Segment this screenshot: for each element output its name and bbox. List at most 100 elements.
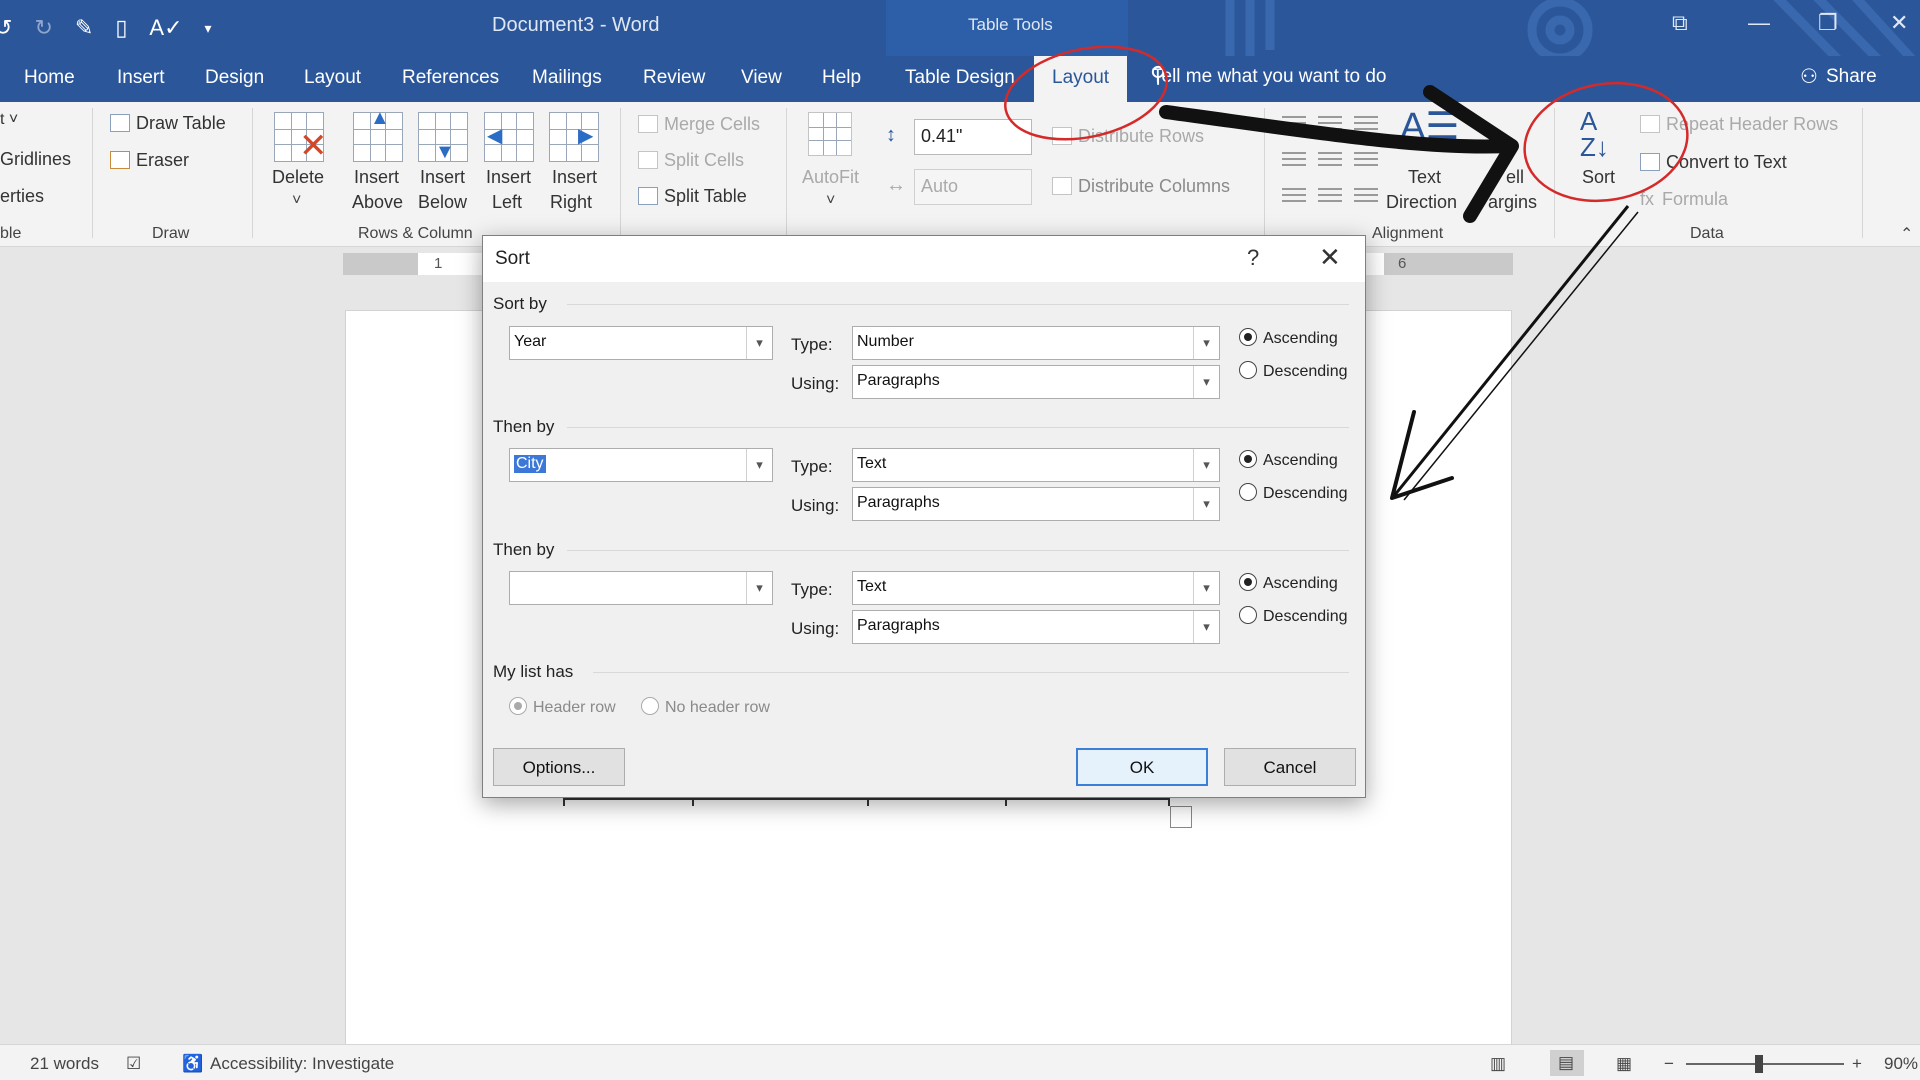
align-center-icon[interactable] bbox=[1318, 150, 1342, 170]
convert-to-text-button[interactable]: Convert to Text bbox=[1640, 152, 1787, 173]
word-count[interactable]: 21 words bbox=[30, 1054, 99, 1074]
table-resize-handle[interactable] bbox=[1170, 806, 1192, 828]
chevron-down-icon[interactable]: ▾ bbox=[746, 327, 772, 359]
chevron-down-icon[interactable]: ▾ bbox=[746, 572, 772, 604]
then-by-2-field-select[interactable]: ▾ bbox=[509, 571, 773, 605]
chevron-down-icon[interactable]: ▾ bbox=[746, 449, 772, 481]
text-direction-line2[interactable]: Direction bbox=[1386, 192, 1457, 213]
tab-mailings[interactable]: Mailings bbox=[532, 67, 602, 89]
align-middle-right-icon[interactable] bbox=[1354, 150, 1378, 170]
align-top-left-icon[interactable] bbox=[1282, 114, 1306, 134]
chevron-down-icon[interactable]: ▾ bbox=[1193, 327, 1219, 359]
customize-qat-icon[interactable]: ▾ bbox=[205, 20, 212, 37]
sort-button[interactable]: Sort bbox=[1582, 167, 1615, 188]
sort-by-type-select[interactable]: Number ▾ bbox=[852, 326, 1220, 360]
delete-button[interactable]: Delete bbox=[272, 167, 324, 188]
tab-review[interactable]: Review bbox=[643, 67, 705, 89]
insert-below-line1[interactable]: Insert bbox=[420, 167, 465, 188]
sort-by-field-select[interactable]: Year ▾ bbox=[509, 326, 773, 360]
eraser-button[interactable]: Eraser bbox=[110, 150, 189, 171]
tab-home[interactable]: Home bbox=[24, 67, 75, 89]
tab-references[interactable]: References bbox=[402, 67, 499, 89]
ok-button[interactable]: OK bbox=[1076, 748, 1208, 786]
chevron-down-icon[interactable]: ▾ bbox=[1193, 366, 1219, 398]
insert-left-icon[interactable]: ◀ bbox=[484, 112, 534, 162]
undo-icon[interactable]: ↺ bbox=[0, 15, 12, 41]
cancel-button[interactable]: Cancel bbox=[1224, 748, 1356, 786]
insert-right-line1[interactable]: Insert bbox=[552, 167, 597, 188]
then-by-2-type-select[interactable]: Text ▾ bbox=[852, 571, 1220, 605]
then-by-ascending-radio[interactable]: Ascending bbox=[1239, 450, 1338, 470]
cell-margins-line1[interactable]: ell bbox=[1506, 167, 1524, 188]
zoom-in-icon[interactable]: + bbox=[1852, 1054, 1862, 1074]
sort-by-using-select[interactable]: Paragraphs ▾ bbox=[852, 365, 1220, 399]
zoom-slider-thumb[interactable] bbox=[1755, 1055, 1763, 1073]
tab-table-layout[interactable]: Layout bbox=[1034, 56, 1128, 102]
ribbon-display-icon[interactable]: ⧉ bbox=[1672, 10, 1688, 36]
tab-help[interactable]: Help bbox=[822, 67, 861, 89]
restore-icon[interactable]: ❐ bbox=[1818, 10, 1838, 36]
then-by-type-select[interactable]: Text ▾ bbox=[852, 448, 1220, 482]
draw-table-button[interactable]: Draw Table bbox=[110, 113, 226, 134]
tab-table-design[interactable]: Table Design bbox=[905, 67, 1015, 89]
edit-icon[interactable]: ✎ bbox=[75, 15, 93, 41]
align-bottom-center-icon[interactable] bbox=[1318, 186, 1342, 206]
sort-by-descending-radio[interactable]: Descending bbox=[1239, 361, 1348, 381]
properties-button[interactable]: erties bbox=[0, 186, 44, 207]
chevron-down-icon[interactable]: ▾ bbox=[1193, 611, 1219, 643]
tell-me-box[interactable]: Tell me what you want to do bbox=[1152, 66, 1386, 88]
delete-table-icon[interactable]: ✕ bbox=[274, 112, 328, 163]
proofing-icon[interactable]: ☑ bbox=[126, 1054, 141, 1074]
then-by-descending-radio[interactable]: Descending bbox=[1239, 483, 1348, 503]
row-height-input[interactable]: 0.41" bbox=[914, 119, 1032, 155]
minimize-icon[interactable]: — bbox=[1748, 10, 1770, 36]
zoom-slider-track[interactable] bbox=[1686, 1063, 1844, 1065]
redo-icon[interactable]: ↻ bbox=[34, 15, 52, 41]
window-close-icon[interactable]: ✕ bbox=[1890, 10, 1908, 36]
text-direction-line1[interactable]: Text bbox=[1408, 167, 1441, 188]
zoom-level[interactable]: 90% bbox=[1884, 1054, 1918, 1074]
tab-view[interactable]: View bbox=[741, 67, 782, 89]
chevron-down-icon[interactable]: ▾ bbox=[1193, 449, 1219, 481]
collapse-ribbon-icon[interactable]: ⌃ bbox=[1900, 224, 1913, 244]
help-button[interactable]: ? bbox=[1247, 245, 1259, 271]
insert-right-icon[interactable]: ▶ bbox=[549, 112, 599, 162]
delete-dropdown-icon[interactable]: ˅ bbox=[292, 192, 301, 210]
then-by-field-select[interactable]: City ▾ bbox=[509, 448, 773, 482]
chevron-down-icon[interactable]: ▾ bbox=[1193, 572, 1219, 604]
new-document-icon[interactable]: ▯ bbox=[115, 15, 127, 41]
text-direction-icon[interactable]: A☰ bbox=[1400, 104, 1459, 149]
insert-below-icon[interactable]: ▼ bbox=[418, 112, 468, 163]
then-by-2-ascending-radio[interactable]: Ascending bbox=[1239, 573, 1338, 593]
split-table-button[interactable]: Split Table bbox=[638, 186, 747, 207]
accessibility-status[interactable]: Accessibility: Investigate bbox=[210, 1054, 394, 1074]
close-icon[interactable]: ✕ bbox=[1319, 242, 1341, 273]
read-mode-icon[interactable]: ▥ bbox=[1490, 1054, 1506, 1074]
distribute-columns-button[interactable]: Distribute Columns bbox=[1052, 176, 1230, 197]
insert-below-line2[interactable]: Below bbox=[418, 192, 467, 213]
insert-left-line1[interactable]: Insert bbox=[486, 167, 531, 188]
sort-az-icon[interactable]: A Z↓ bbox=[1580, 108, 1609, 160]
insert-right-line2[interactable]: Right bbox=[550, 192, 592, 213]
insert-above-line2[interactable]: Above bbox=[352, 192, 403, 213]
then-by-using-select[interactable]: Paragraphs ▾ bbox=[852, 487, 1220, 521]
print-layout-icon[interactable]: ▤ bbox=[1550, 1050, 1584, 1076]
tab-layout[interactable]: Layout bbox=[304, 67, 361, 89]
insert-above-line1[interactable]: Insert bbox=[354, 167, 399, 188]
select-dropdown-icon[interactable]: t ˅ bbox=[0, 111, 18, 129]
cell-margins-line2[interactable]: argins bbox=[1488, 192, 1537, 213]
share-button[interactable]: Share bbox=[1826, 66, 1877, 88]
insert-above-icon[interactable]: ▲ bbox=[353, 107, 403, 162]
chevron-down-icon[interactable]: ▾ bbox=[1193, 488, 1219, 520]
then-by-2-descending-radio[interactable]: Descending bbox=[1239, 606, 1348, 626]
align-bottom-right-icon[interactable] bbox=[1354, 186, 1378, 206]
tab-insert[interactable]: Insert bbox=[117, 67, 165, 89]
then-by-2-using-select[interactable]: Paragraphs ▾ bbox=[852, 610, 1220, 644]
zoom-out-icon[interactable]: − bbox=[1664, 1054, 1674, 1074]
align-bottom-left-icon[interactable] bbox=[1282, 186, 1306, 206]
tab-design[interactable]: Design bbox=[205, 67, 264, 89]
insert-left-line2[interactable]: Left bbox=[492, 192, 522, 213]
view-gridlines-button[interactable]: Gridlines bbox=[0, 149, 71, 170]
align-middle-left-icon[interactable] bbox=[1282, 150, 1306, 170]
web-layout-icon[interactable]: ▦ bbox=[1616, 1054, 1632, 1074]
